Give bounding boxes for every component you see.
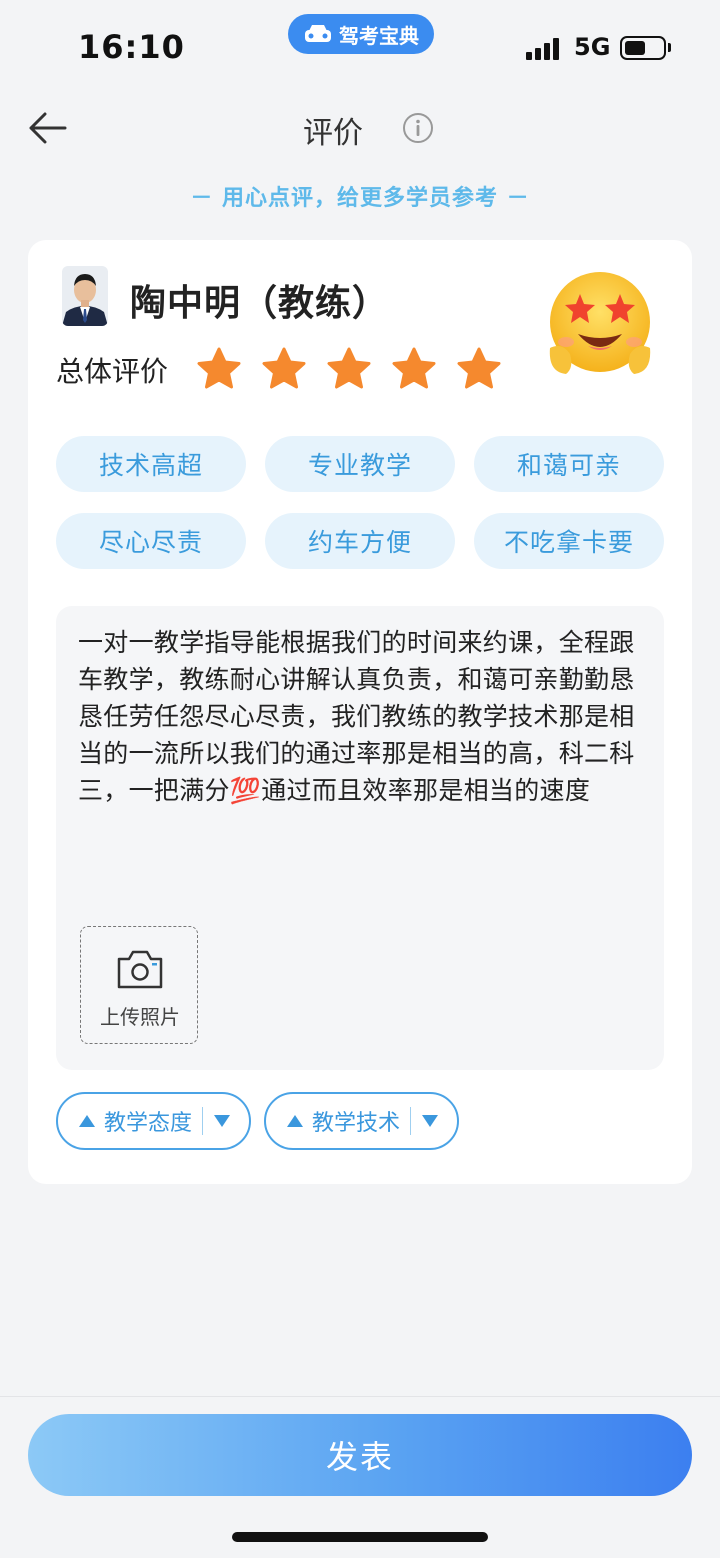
publish-button[interactable]: 发表 — [28, 1414, 692, 1496]
app-badge-label: 驾考宝典 — [339, 23, 419, 48]
thumb-down-triangle-icon[interactable] — [213, 1114, 231, 1128]
star-icon[interactable] — [196, 346, 242, 392]
aspect-label: 教学技术 — [312, 1111, 401, 1136]
bottom-divider — [0, 1396, 720, 1397]
slogan: － 用心点评，给更多学员参考 － — [190, 186, 530, 211]
overall-rating-label: 总体评价 — [56, 355, 169, 388]
car-icon — [305, 25, 331, 42]
chip-divider — [410, 1107, 412, 1135]
tag-chip[interactable]: 约车方便 — [265, 513, 455, 569]
star-icon[interactable] — [261, 346, 307, 392]
aspect-chip-teaching-attitude[interactable]: 教学态度 — [56, 1092, 252, 1150]
nav-header: 评价 — [0, 96, 720, 160]
tag-chip[interactable]: 和蔼可亲 — [474, 436, 664, 492]
status-bar: 16:10 驾考宝典 5G — [0, 0, 720, 96]
aspect-chip-teaching-skill[interactable]: 教学技术 — [264, 1092, 460, 1150]
tag-chip[interactable]: 专业教学 — [265, 436, 455, 492]
battery-icon — [620, 36, 666, 60]
tag-chip[interactable]: 尽心尽责 — [56, 513, 246, 569]
status-time: 16:10 — [78, 28, 185, 66]
chip-divider — [202, 1107, 204, 1135]
tag-chip[interactable]: 技术高超 — [56, 436, 246, 492]
battery-tip — [668, 43, 671, 52]
coach-avatar — [62, 266, 108, 326]
cellular-signal-icon — [526, 38, 564, 60]
thumb-down-triangle-icon[interactable] — [421, 1114, 439, 1128]
upload-photo-label: 上传照片 — [100, 1005, 180, 1029]
upload-photo-button[interactable]: 上传照片 — [80, 926, 198, 1044]
aspect-label: 教学态度 — [104, 1111, 193, 1136]
tag-chip[interactable]: 不吃拿卡要 — [474, 513, 664, 569]
star-rating[interactable] — [196, 346, 502, 392]
thumb-up-triangle-icon[interactable] — [286, 1114, 304, 1128]
page-title-text: 评价 — [303, 116, 363, 151]
thumb-up-triangle-icon[interactable] — [78, 1114, 96, 1128]
coach-name: 陶中明（教练） — [130, 283, 390, 324]
camera-icon — [117, 950, 163, 989]
review-text[interactable]: 一对一教学指导能根据我们的时间来约课，全程跟车教学，教练耐心讲解认真负责，和蔼可… — [78, 624, 648, 809]
page-title: 评价 — [0, 108, 720, 152]
app-badge[interactable]: 驾考宝典 — [288, 14, 434, 54]
info-icon[interactable] — [402, 112, 434, 144]
star-eyes-emoji-icon — [549, 272, 651, 374]
network-type: 5G — [574, 33, 611, 61]
star-icon[interactable] — [456, 346, 502, 392]
star-icon[interactable] — [326, 346, 372, 392]
review-textarea[interactable]: 一对一教学指导能根据我们的时间来约课，全程跟车教学，教练耐心讲解认真负责，和蔼可… — [56, 606, 664, 1070]
review-card: 陶中明（教练） 总体评价 技术高超 专业教学 和蔼可亲尽心尽责 约车方便 不吃拿卡要 一… — [28, 240, 692, 1184]
star-icon[interactable] — [391, 346, 437, 392]
home-indicator — [232, 1532, 488, 1542]
